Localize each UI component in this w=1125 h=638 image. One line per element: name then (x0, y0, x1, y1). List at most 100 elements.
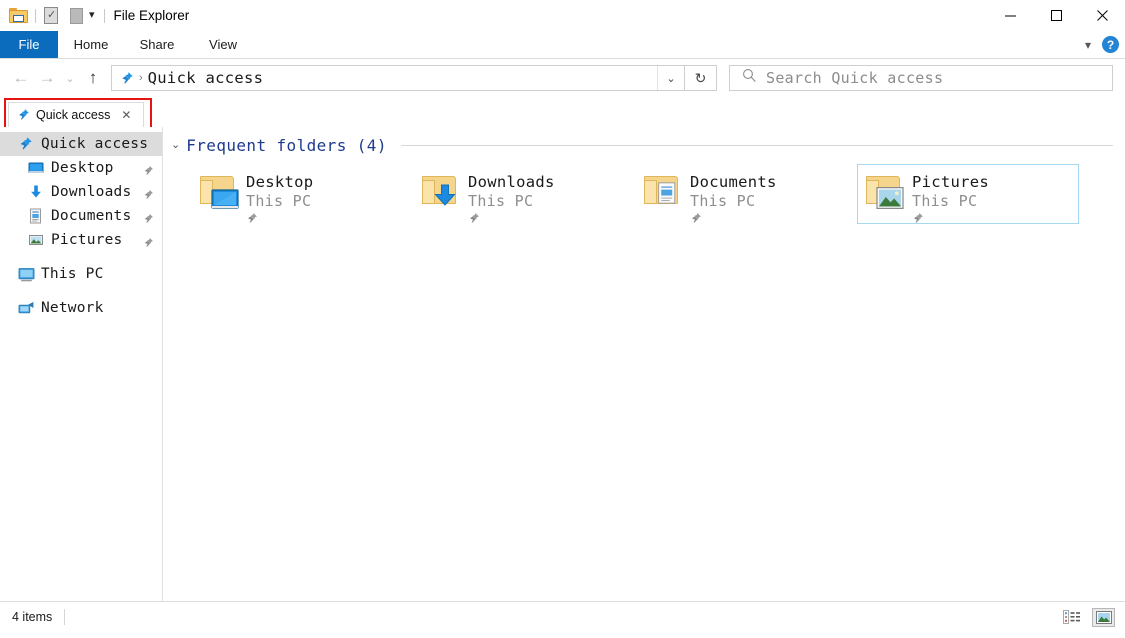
sidebar-item-label: Pictures (51, 232, 123, 248)
window-title: File Explorer (113, 8, 190, 23)
desktop-icon (28, 160, 45, 177)
title-bar: ✓ ▾ File Explorer (0, 0, 1125, 31)
tile-downloads[interactable]: Downloads This PC (413, 164, 635, 224)
item-count-label: 4 items (12, 610, 53, 624)
tab-label: Quick access (36, 108, 111, 122)
status-divider (64, 609, 66, 625)
properties-icon[interactable]: ✓ (43, 6, 60, 25)
ribbon-tab-share-label: Share (139, 37, 175, 52)
ribbon-tab-home[interactable]: Home (58, 31, 124, 58)
ribbon-tab-view-label: View (209, 37, 237, 52)
sidebar-item-desktop[interactable]: Desktop (0, 156, 162, 180)
pictures-icon (28, 232, 45, 249)
folder-documents-icon (644, 174, 690, 218)
close-button[interactable] (1079, 0, 1125, 31)
search-icon (742, 68, 757, 88)
sidebar-item-downloads[interactable]: Downloads (0, 180, 162, 204)
new-folder-icon[interactable] (68, 7, 85, 25)
sidebar-item-label: Quick access (41, 136, 149, 152)
tile-title: Desktop (246, 173, 314, 191)
tile-title: Documents (690, 173, 777, 191)
quick-access-toolbar: ✓ ▾ File Explorer (0, 6, 190, 25)
tile-subtitle: This PC (246, 192, 312, 210)
sidebar-item-label: This PC (41, 266, 104, 282)
sidebar-item-label: Documents (51, 208, 132, 224)
pin-icon (691, 213, 701, 223)
tile-text-downloads: Downloads This PC (468, 170, 555, 229)
folder-icon[interactable] (9, 8, 28, 23)
sidebar-item-documents[interactable]: Documents (0, 204, 162, 228)
breadcrumb-separator: › (139, 72, 143, 84)
network-icon (18, 300, 35, 317)
customize-chevron-icon[interactable]: ▾ (89, 10, 95, 21)
downloads-icon (28, 184, 45, 201)
view-mode-buttons (1060, 602, 1115, 632)
chevron-down-icon[interactable]: ▾ (1085, 39, 1091, 51)
sidebar-item-label: Desktop (51, 160, 114, 176)
sidebar-item-this-pc[interactable]: This PC (0, 262, 162, 286)
close-icon[interactable]: ✕ (115, 109, 137, 121)
tile-text-pictures: Pictures This PC (912, 170, 989, 229)
tab-strip: Quick access ✕ (0, 97, 1125, 133)
sidebar-item-pictures[interactable]: Pictures (0, 228, 162, 252)
folder-desktop-icon (200, 174, 246, 218)
minimize-button[interactable] (987, 0, 1033, 31)
back-button[interactable]: ← (8, 65, 34, 91)
tile-subtitle: This PC (912, 192, 978, 210)
breadcrumb[interactable]: › Quick access (112, 66, 657, 90)
recent-locations-icon[interactable]: ⌄ (60, 65, 80, 91)
pin-icon (247, 213, 257, 223)
tab-quick-access[interactable]: Quick access ✕ (8, 102, 144, 127)
details-view-button[interactable] (1060, 608, 1083, 627)
toolbar-divider (35, 8, 36, 23)
ribbon-right-controls: ▾ ? (1085, 31, 1119, 58)
group-divider (400, 144, 1113, 146)
status-bar: 4 items (0, 601, 1125, 632)
tile-title: Downloads (468, 173, 555, 191)
ribbon-tab-home-label: Home (73, 37, 109, 52)
tile-desktop[interactable]: Desktop This PC (191, 164, 413, 224)
folder-pictures-icon (866, 174, 912, 218)
address-bar[interactable]: › Quick access ⌄ (111, 65, 685, 91)
ribbon-tab-bar: File Home Share View ▾ ? (0, 31, 1125, 59)
tile-subtitle: This PC (468, 192, 534, 210)
sidebar-item-label: Downloads (51, 184, 132, 200)
navigation-pane[interactable]: Quick access Desktop Downloads Documents… (0, 127, 162, 601)
forward-button[interactable]: → (34, 65, 60, 91)
refresh-button[interactable]: ↻ (685, 65, 717, 91)
window-controls (987, 0, 1125, 31)
pin-icon (143, 187, 154, 199)
pin-icon (143, 211, 154, 223)
tile-pictures[interactable]: Pictures This PC (857, 164, 1079, 224)
search-box[interactable]: Search Quick access (729, 65, 1113, 91)
tile-subtitle: This PC (690, 192, 756, 210)
pin-icon (469, 213, 479, 223)
breadcrumb-path[interactable]: Quick access (148, 69, 264, 87)
up-button[interactable]: ↑ (80, 65, 106, 91)
sidebar-item-quick-access[interactable]: Quick access (0, 132, 162, 156)
tile-documents[interactable]: Documents This PC (635, 164, 857, 224)
documents-icon (28, 208, 45, 225)
pin-icon (143, 163, 154, 175)
ribbon-tab-file-label: File (18, 37, 40, 52)
chevron-down-icon[interactable]: ⌄ (171, 139, 180, 151)
file-list-pane[interactable]: ⌄ Frequent folders (4) Desktop This PC D… (162, 127, 1125, 601)
sidebar-item-label: Network (41, 300, 104, 316)
tile-title: Pictures (912, 173, 990, 191)
ribbon-tab-share[interactable]: Share (124, 31, 190, 58)
pin-icon (17, 108, 31, 122)
maximize-button[interactable] (1033, 0, 1079, 31)
this-pc-icon (18, 266, 35, 283)
ribbon-tab-view[interactable]: View (190, 31, 256, 58)
address-dropdown-icon[interactable]: ⌄ (657, 66, 684, 90)
large-icons-view-button[interactable] (1092, 607, 1115, 627)
help-icon[interactable]: ? (1102, 36, 1119, 53)
sidebar-item-network[interactable]: Network (0, 296, 162, 320)
main-area: Quick access Desktop Downloads Documents… (0, 127, 1125, 601)
tile-list: Desktop This PC Downloads This PC Docume… (163, 158, 1125, 224)
search-input[interactable]: Search Quick access (766, 69, 943, 87)
group-header-frequent-folders[interactable]: ⌄ Frequent folders (4) (163, 132, 1125, 158)
ribbon-tab-file[interactable]: File (0, 31, 58, 58)
